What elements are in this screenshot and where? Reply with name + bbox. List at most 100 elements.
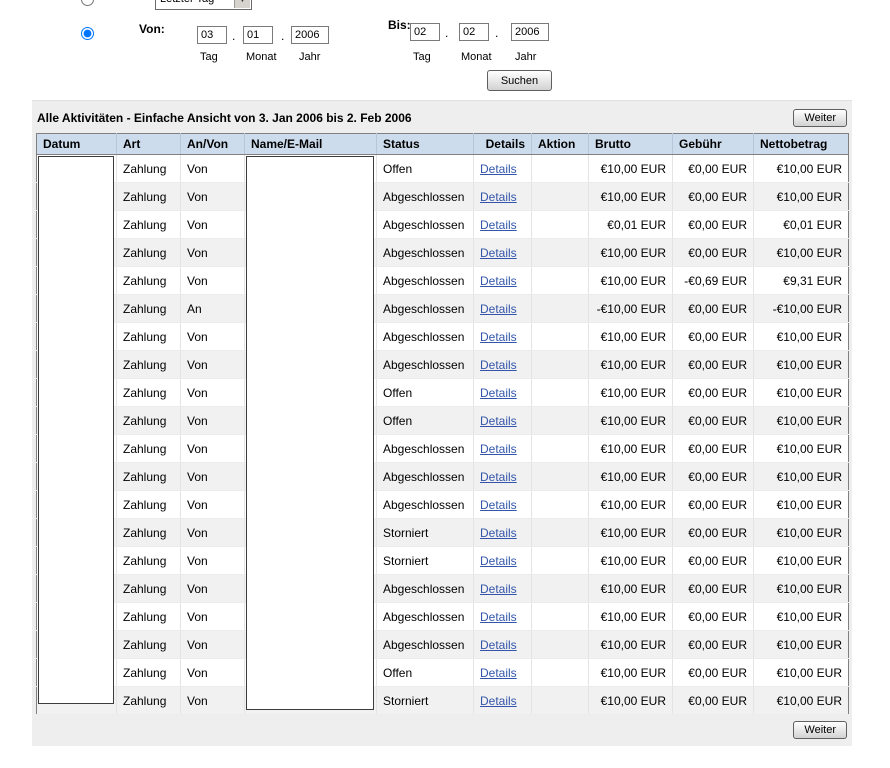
details-link[interactable]: Details [480,694,517,708]
cell-art: Zahlung [117,407,181,435]
cell-art: Zahlung [117,603,181,631]
details-link[interactable]: Details [480,246,517,260]
bis-jahr-input[interactable] [511,23,549,41]
cell-nettobetrag: €0,01 EUR [754,211,849,239]
cell-details: Details [474,519,532,547]
cell-status: Abgeschlossen [377,323,474,351]
von-jahr-input[interactable] [291,26,329,44]
cell-brutto: €10,00 EUR [589,239,673,267]
date-range-radio[interactable] [81,27,94,40]
weiter-button-bottom[interactable]: Weiter [793,721,847,739]
cell-art: Zahlung [117,211,181,239]
period-radio[interactable] [81,0,94,6]
cell-art: Zahlung [117,547,181,575]
cell-art: Zahlung [117,295,181,323]
cell-details: Details [474,323,532,351]
details-link[interactable]: Details [480,414,517,428]
col-header-art: Art [117,134,181,155]
cell-anvon: Von [181,155,245,183]
activity-table-body: Zahlung Von Offen Details €10,00 EUR €0,… [37,155,849,715]
details-link[interactable]: Details [480,666,517,680]
details-link[interactable]: Details [480,386,517,400]
cell-anvon: Von [181,575,245,603]
cell-gebuehr: €0,00 EUR [673,603,754,631]
cell-nettobetrag: €10,00 EUR [754,631,849,659]
table-row: Zahlung Von Abgeschlossen Details €10,00… [37,239,849,267]
cell-status: Abgeschlossen [377,239,474,267]
cell-brutto: -€10,00 EUR [589,295,673,323]
table-header-row: Datum Art An/Von Name/E-Mail Status Deta… [37,134,849,155]
date-separator: . [495,26,498,40]
details-link[interactable]: Details [480,274,517,288]
cell-status: Abgeschlossen [377,603,474,631]
details-link[interactable]: Details [480,190,517,204]
cell-status: Offen [377,407,474,435]
cell-status: Abgeschlossen [377,435,474,463]
cell-anvon: Von [181,491,245,519]
von-label: Von: [139,22,165,36]
cell-details: Details [474,267,532,295]
cell-gebuehr: €0,00 EUR [673,435,754,463]
cell-details: Details [474,491,532,519]
results-footer: Weiter [32,715,852,746]
table-row: Zahlung Von Offen Details €10,00 EUR €0,… [37,659,849,687]
cell-aktion [532,547,589,575]
table-row: Zahlung Von Abgeschlossen Details €10,00… [37,435,849,463]
cell-brutto: €10,00 EUR [589,491,673,519]
details-link[interactable]: Details [480,330,517,344]
details-link[interactable]: Details [480,498,517,512]
von-monat-label: Monat [246,51,277,63]
details-link[interactable]: Details [480,442,517,456]
details-link[interactable]: Details [480,470,517,484]
redacted-name-email-column [246,156,374,710]
cell-aktion [532,575,589,603]
cell-art: Zahlung [117,435,181,463]
cell-nettobetrag: €10,00 EUR [754,687,849,715]
cell-status: Abgeschlossen [377,267,474,295]
cell-aktion [532,463,589,491]
cell-nettobetrag: €10,00 EUR [754,603,849,631]
cell-gebuehr: €0,00 EUR [673,211,754,239]
von-tag-input[interactable] [197,26,227,44]
details-link[interactable]: Details [480,218,517,232]
details-link[interactable]: Details [480,526,517,540]
details-link[interactable]: Details [480,554,517,568]
details-link[interactable]: Details [480,302,517,316]
cell-anvon: Von [181,603,245,631]
cell-details: Details [474,463,532,491]
cell-gebuehr: €0,00 EUR [673,351,754,379]
cell-gebuehr: €0,00 EUR [673,631,754,659]
cell-nettobetrag: €10,00 EUR [754,239,849,267]
details-link[interactable]: Details [480,638,517,652]
details-link[interactable]: Details [480,610,517,624]
cell-status: Offen [377,155,474,183]
cell-status: Offen [377,379,474,407]
cell-gebuehr: €0,00 EUR [673,575,754,603]
cell-art: Zahlung [117,687,181,715]
results-header: Alle Aktivitäten - Einfache Ansicht von … [32,101,852,133]
cell-art: Zahlung [117,463,181,491]
col-header-aktion: Aktion [532,134,589,155]
cell-art: Zahlung [117,379,181,407]
weiter-button-top[interactable]: Weiter [793,109,847,127]
bis-monat-input[interactable] [459,23,489,41]
col-header-anvon: An/Von [181,134,245,155]
cell-status: Offen [377,659,474,687]
dropdown-arrow-icon[interactable]: ▼ [234,0,250,8]
cell-aktion [532,659,589,687]
bis-tag-input[interactable] [410,23,440,41]
details-link[interactable]: Details [480,582,517,596]
details-link[interactable]: Details [480,358,517,372]
details-link[interactable]: Details [480,162,517,176]
cell-art: Zahlung [117,491,181,519]
cell-aktion [532,267,589,295]
cell-nettobetrag: €10,00 EUR [754,351,849,379]
von-monat-input[interactable] [243,26,273,44]
cell-art: Zahlung [117,183,181,211]
cell-nettobetrag: €10,00 EUR [754,435,849,463]
period-select[interactable]: Letzter Tag ▼ [155,0,252,10]
suchen-button[interactable]: Suchen [487,70,552,91]
cell-nettobetrag: €10,00 EUR [754,183,849,211]
cell-details: Details [474,183,532,211]
cell-anvon: An [181,295,245,323]
